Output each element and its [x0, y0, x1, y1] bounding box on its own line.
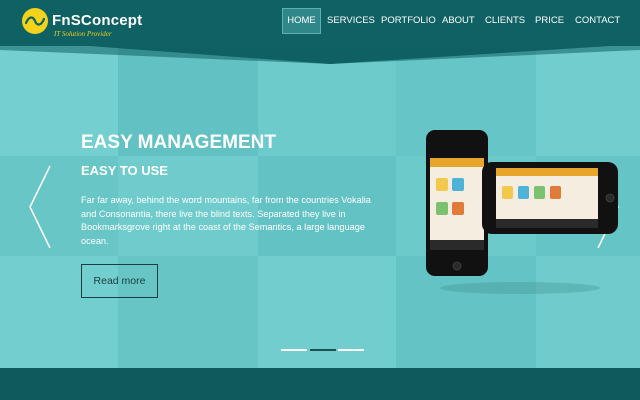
nav-clients[interactable]: CLIENTS	[485, 8, 525, 34]
nav-services[interactable]: SERVICES	[327, 8, 375, 34]
nav-about[interactable]: ABOUT	[442, 8, 475, 34]
read-more-button[interactable]: Read more	[81, 264, 158, 298]
phone-image	[426, 130, 618, 294]
chevron-left-icon[interactable]	[28, 164, 52, 250]
logo[interactable]: FnSConcept IT Solution Provider	[22, 8, 142, 40]
slide-dot-2[interactable]	[310, 349, 336, 351]
section-band	[0, 368, 640, 400]
logo-swoosh-icon	[22, 8, 48, 34]
hero-subtitle: EASY TO USE	[81, 163, 168, 178]
hero-description: Far far away, behind the word mountains,…	[81, 195, 371, 246]
nav-contact[interactable]: CONTACT	[575, 8, 620, 34]
hero-title: EASY MANAGEMENT	[81, 132, 276, 153]
slide-dot-3[interactable]	[338, 349, 364, 351]
nav-home[interactable]: HOME	[282, 8, 321, 34]
slide-dot-1[interactable]	[281, 349, 307, 351]
header-notch	[0, 46, 640, 64]
bg-tile	[258, 256, 396, 368]
logo-name: FnSConcept	[52, 12, 143, 29]
nav-portfolio[interactable]: PORTFOLIO	[381, 8, 436, 34]
nav-price[interactable]: PRICE	[535, 8, 564, 34]
site-header: FnSConcept IT Solution Provider HOME SER…	[0, 0, 640, 46]
logo-tagline: IT Solution Provider	[54, 30, 112, 38]
